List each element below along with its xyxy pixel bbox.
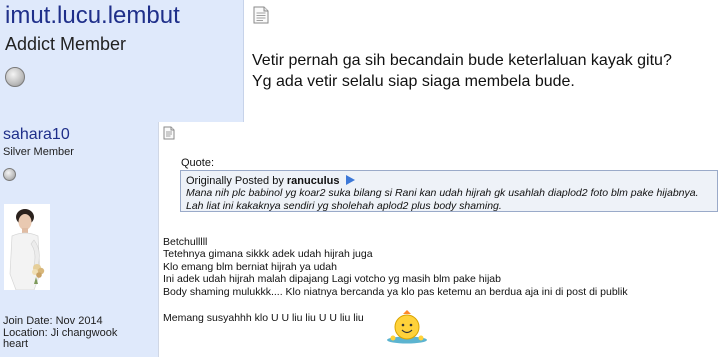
top-post-username[interactable]: imut.lucu.lembut bbox=[5, 2, 180, 30]
offline-status-icon bbox=[3, 168, 16, 181]
bottom-post-rank: Silver Member bbox=[3, 146, 74, 158]
quote-attribution: Originally Posted by ranuculus bbox=[186, 175, 355, 187]
reply-message: Betchulllll Tetehnya gimana sikkk adek u… bbox=[163, 236, 628, 298]
document-icon bbox=[253, 6, 269, 29]
message-line: Yg ada vetir selalu siap siaga membela b… bbox=[252, 73, 575, 90]
quote-line: Mana nih plc babinol yg koar2 suka bilan… bbox=[186, 187, 699, 199]
smiley-emoticon bbox=[385, 310, 429, 349]
quote-line: Lah liat ini kakaknya sendiri yg sholeha… bbox=[186, 200, 502, 212]
quote-label: Quote: bbox=[181, 157, 215, 169]
quote-text: Mana nih plc babinol yg koar2 suka bilan… bbox=[186, 187, 699, 213]
location-continued: heart bbox=[3, 338, 29, 350]
reply-line: Ini adek udah hijrah malah dipajang Lagi… bbox=[163, 273, 501, 286]
reply-line: Body shaming mulukkk.... Klo niatnya ber… bbox=[163, 285, 628, 298]
top-post-rank: Addict Member bbox=[5, 34, 127, 54]
reply-last-line: Memang susyahhh klo U U liu liu U U liu … bbox=[163, 312, 364, 324]
quote-by-prefix: Originally Posted by bbox=[186, 175, 284, 187]
join-date: Join Date: Nov 2014 bbox=[3, 315, 103, 327]
avatar[interactable] bbox=[4, 204, 50, 290]
member-info: Join Date: Nov 2014 Location: Ji changwo… bbox=[3, 315, 117, 351]
bottom-post-username[interactable]: sahara10 bbox=[3, 126, 70, 144]
offline-status-icon bbox=[5, 67, 25, 87]
reply-line: Betchulllll bbox=[163, 236, 208, 248]
quote-author: ranuculus bbox=[286, 175, 340, 187]
document-icon bbox=[163, 126, 175, 145]
reply-line: Tetehnya gimana sikkk adek udah hijrah j… bbox=[163, 248, 373, 261]
message-line: Vetir pernah ga sih becandain bude keter… bbox=[252, 52, 672, 69]
top-post-message: Vetir pernah ga sih becandain bude keter… bbox=[252, 50, 672, 92]
reply-line: Klo emang blm berniat hijrah ya udah bbox=[163, 260, 337, 273]
view-post-arrow-icon[interactable] bbox=[345, 175, 355, 185]
